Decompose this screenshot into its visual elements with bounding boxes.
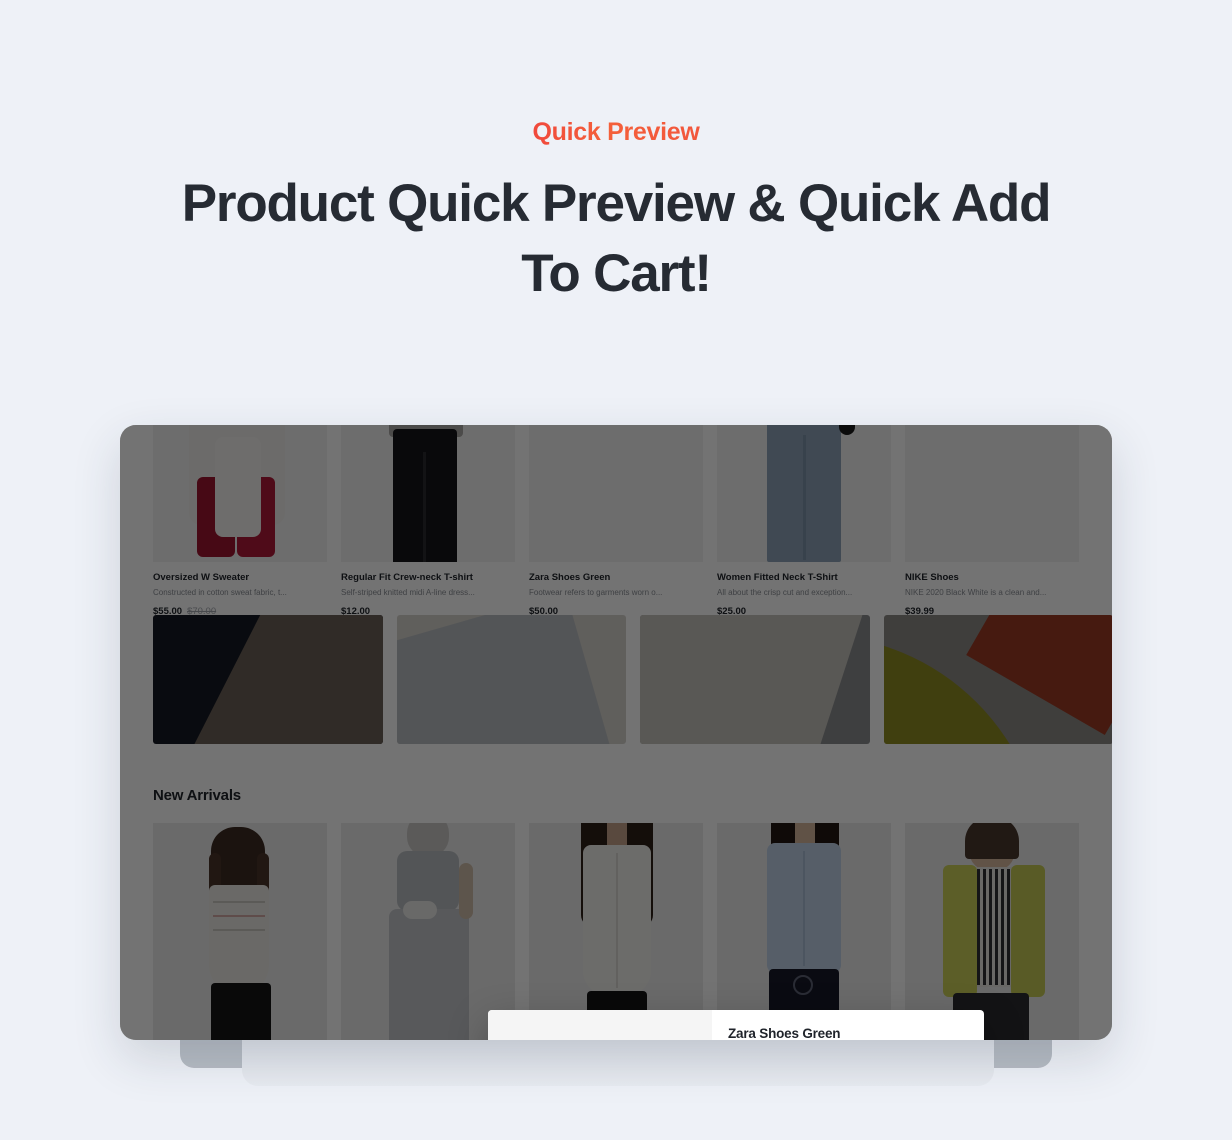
laptop-stand-front: [242, 1036, 994, 1086]
page-root: Quick Preview Product Quick Preview & Qu…: [0, 0, 1232, 1140]
hero-section: Quick Preview Product Quick Preview & Qu…: [0, 118, 1232, 309]
device-screen: Oversized W Sweater Constructed in cotto…: [120, 425, 1112, 1040]
modal-details: Zara Shoes Green Footwear refers to garm…: [712, 1010, 984, 1040]
page-title: Product Quick Preview & Quick Add To Car…: [181, 174, 1052, 303]
modal-product-title: Zara Shoes Green: [728, 1026, 841, 1040]
modal-overlay[interactable]: [120, 425, 1112, 1040]
quick-preview-modal: Zara Shoes Green Footwear refers to garm…: [488, 1010, 984, 1040]
hero-eyebrow: Quick Preview: [532, 118, 700, 146]
modal-product-image: [488, 1010, 712, 1040]
